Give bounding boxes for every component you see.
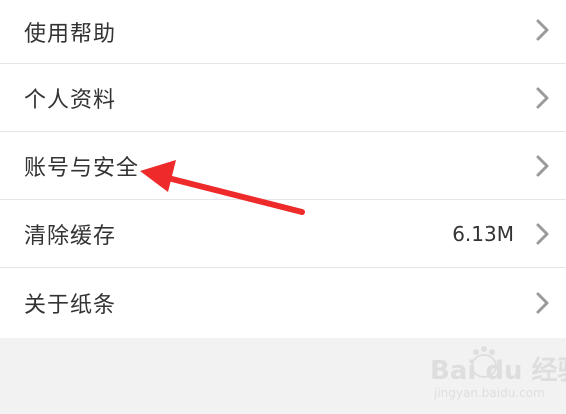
menu-item-label: 账号与安全 bbox=[24, 155, 140, 181]
menu-item-about[interactable]: 关于纸条 bbox=[0, 268, 566, 338]
menu-item-label: 清除缓存 bbox=[24, 223, 117, 249]
watermark-brand-text: Bai du 经验 bbox=[430, 356, 566, 386]
menu-item-help[interactable]: 使用帮助 bbox=[0, 0, 566, 64]
menu-item-label: 个人资料 bbox=[24, 87, 117, 113]
menu-item-label: 使用帮助 bbox=[24, 21, 117, 47]
baidu-jingyan-watermark: Bai du 经验 jingyan.baidu.com bbox=[420, 346, 566, 410]
watermark-url-text: jingyan.baidu.com bbox=[434, 386, 545, 400]
menu-item-profile[interactable]: 个人资料 bbox=[0, 64, 566, 132]
chevron-right-icon bbox=[536, 155, 549, 176]
menu-item-account-security[interactable]: 账号与安全 bbox=[0, 132, 566, 200]
chevron-right-icon bbox=[536, 292, 549, 314]
chevron-right-icon bbox=[536, 19, 549, 41]
chevron-right-icon bbox=[536, 223, 549, 244]
settings-screen: 使用帮助 个人资料 账号与安全 清除缓存 6.13M 关于纸条 Bai du 经… bbox=[0, 0, 566, 414]
menu-item-label: 关于纸条 bbox=[24, 293, 117, 318]
menu-item-clear-cache[interactable]: 清除缓存 6.13M bbox=[0, 200, 566, 268]
chevron-right-icon bbox=[536, 87, 549, 108]
settings-menu-list: 使用帮助 个人资料 账号与安全 清除缓存 6.13M 关于纸条 bbox=[0, 0, 566, 338]
cache-size-value: 6.13M bbox=[452, 221, 514, 246]
